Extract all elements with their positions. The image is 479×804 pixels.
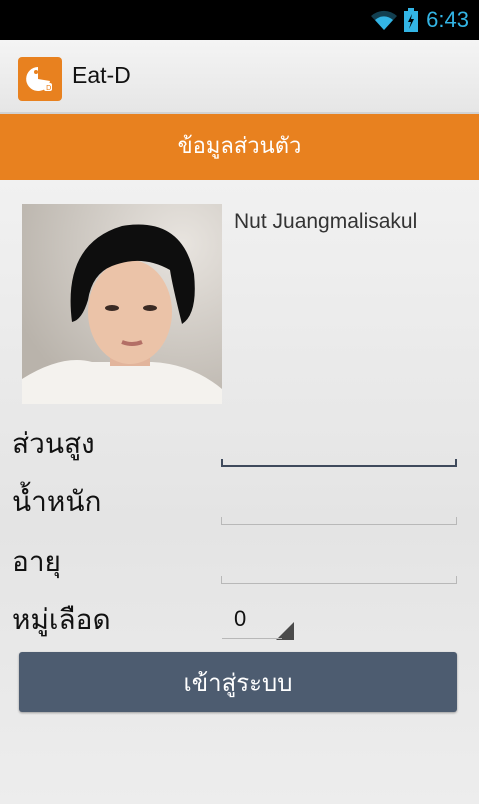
weight-input[interactable] [221, 490, 457, 520]
weight-input-underline [221, 517, 457, 525]
user-name: Nut Juangmalisakul [234, 210, 418, 233]
svg-text:D: D [46, 84, 51, 92]
wifi-icon [371, 10, 398, 30]
profile-form: Nut Juangmalisakul ส่วนสูง น้ำหนัก อายุ … [0, 180, 479, 804]
blood-group-value: 0 [234, 606, 247, 631]
person-portrait-image [22, 204, 222, 404]
page-title: ข้อมูลส่วนตัว [0, 114, 479, 180]
height-input[interactable] [221, 432, 457, 462]
blood-group-spinner[interactable]: 0 [222, 604, 294, 640]
status-icons: 6:43 [370, 6, 469, 34]
login-button[interactable]: เข้าสู่ระบบ [19, 652, 457, 712]
status-time: 6:43 [426, 7, 469, 32]
age-label: อายุ [12, 545, 61, 578]
status-bar: 6:43 [0, 0, 479, 40]
profile-photo [22, 204, 222, 404]
app-logo-icon[interactable]: D [18, 57, 62, 101]
weight-label: น้ำหนัก [12, 485, 102, 518]
height-input-underline [221, 459, 457, 467]
height-label: ส่วนสูง [12, 427, 95, 460]
battery-icon [404, 8, 419, 32]
blood-group-label: หมู่เลือด [12, 603, 111, 636]
pacman-logo-icon: D [26, 67, 52, 92]
spinner-underline [222, 638, 282, 639]
age-input-underline [221, 576, 457, 584]
app-title: Eat-D [72, 62, 131, 88]
action-bar: D Eat-D [0, 40, 479, 114]
